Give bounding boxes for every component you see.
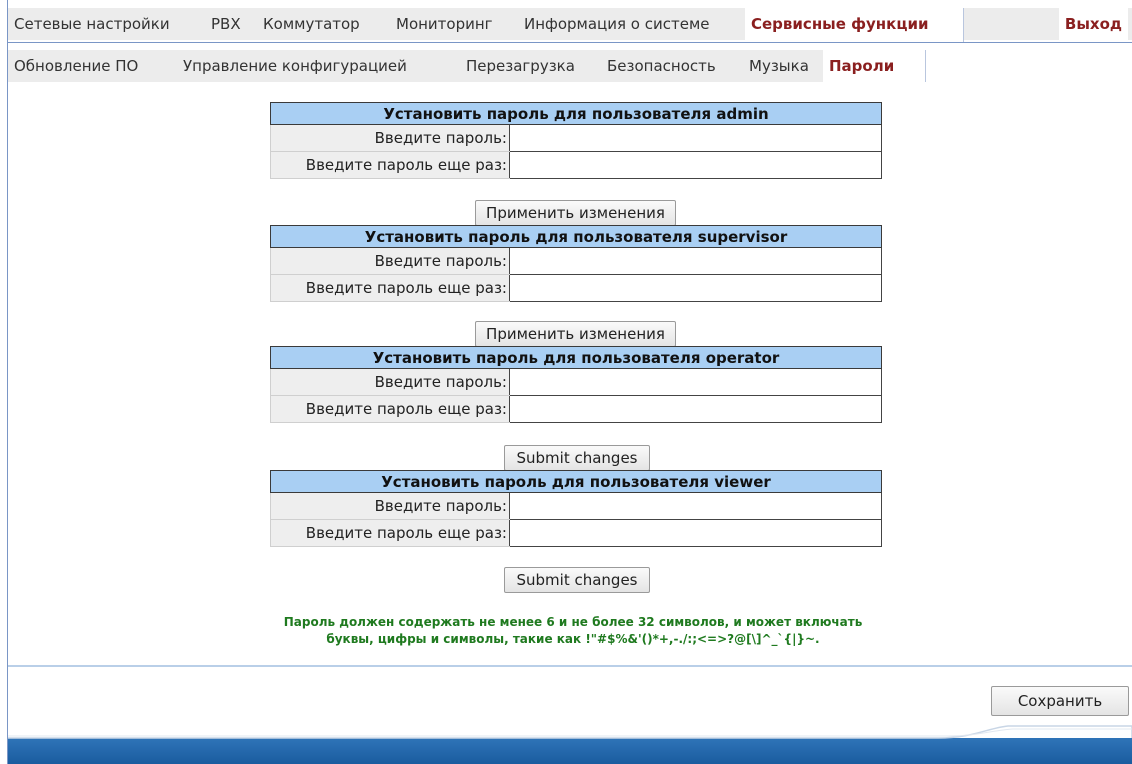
password-form-supervisor: Установить пароль для пользователя super… bbox=[270, 225, 882, 302]
save-button[interactable]: Сохранить bbox=[991, 686, 1129, 716]
note-line-2: буквы, цифры и символы, такие как !"#$%&… bbox=[326, 632, 820, 646]
admin-password-confirm-input[interactable] bbox=[510, 152, 881, 178]
password-label: Введите пароль: bbox=[270, 247, 510, 275]
operator-submit-button[interactable]: Submit changes bbox=[504, 445, 650, 471]
subtab-music[interactable]: Музыка bbox=[743, 50, 824, 82]
note-line-1: Пароль должен содержать не менее 6 и не … bbox=[283, 615, 863, 629]
subtab-passwords[interactable]: Пароли bbox=[823, 50, 926, 82]
divider bbox=[8, 665, 1132, 667]
top-nav: Сетевые настройки PBX Коммутатор Монитор… bbox=[8, 8, 1132, 43]
footer-bar bbox=[8, 725, 1132, 764]
password-requirements-note: Пароль должен содержать не менее 6 и не … bbox=[180, 614, 966, 648]
tab-system-info[interactable]: Информация о системе bbox=[518, 8, 746, 40]
supervisor-apply-button[interactable]: Применить изменения bbox=[475, 321, 676, 347]
password-label: Введите пароль: bbox=[270, 492, 510, 520]
subtab-reboot[interactable]: Перезагрузка bbox=[460, 50, 602, 82]
viewer-password-confirm-input[interactable] bbox=[510, 520, 881, 546]
password-form-operator: Установить пароль для пользователя opera… bbox=[270, 346, 882, 423]
form-title: Установить пароль для пользователя opera… bbox=[270, 346, 882, 369]
subtab-security[interactable]: Безопасность bbox=[601, 50, 744, 82]
tab-monitoring[interactable]: Мониторинг bbox=[390, 8, 519, 40]
supervisor-password-confirm-input[interactable] bbox=[510, 275, 881, 301]
supervisor-password-input[interactable] bbox=[510, 248, 881, 274]
viewer-submit-button[interactable]: Submit changes bbox=[504, 567, 650, 593]
admin-password-input[interactable] bbox=[510, 125, 881, 151]
tab-network-settings[interactable]: Сетевые настройки bbox=[8, 8, 206, 40]
password-confirm-label: Введите пароль еще раз: bbox=[270, 274, 510, 302]
operator-password-confirm-input[interactable] bbox=[510, 396, 881, 422]
footer-wave-decoration bbox=[8, 725, 1132, 739]
password-form-admin: Установить пароль для пользователя admin… bbox=[270, 102, 882, 179]
form-title: Установить пароль для пользователя admin bbox=[270, 102, 882, 125]
password-confirm-label: Введите пароль еще раз: bbox=[270, 151, 510, 179]
form-title: Установить пароль для пользователя viewe… bbox=[270, 470, 882, 493]
tab-service-functions[interactable]: Сервисные функции bbox=[745, 8, 964, 42]
password-form-viewer: Установить пароль для пользователя viewe… bbox=[270, 470, 882, 547]
password-label: Введите пароль: bbox=[270, 368, 510, 396]
password-confirm-label: Введите пароль еще раз: bbox=[270, 395, 510, 423]
viewer-password-input[interactable] bbox=[510, 493, 881, 519]
tab-pbx[interactable]: PBX bbox=[205, 8, 258, 40]
form-title: Установить пароль для пользователя super… bbox=[270, 225, 882, 248]
subtab-firmware-update[interactable]: Обновление ПО bbox=[8, 50, 178, 82]
password-label: Введите пароль: bbox=[270, 124, 510, 152]
subtab-config-management[interactable]: Управление конфигурацией bbox=[177, 50, 461, 82]
admin-apply-button[interactable]: Применить изменения bbox=[475, 200, 676, 226]
tab-switch[interactable]: Коммутатор bbox=[257, 8, 391, 40]
password-confirm-label: Введите пароль еще раз: bbox=[270, 519, 510, 547]
operator-password-input[interactable] bbox=[510, 369, 881, 395]
exit-link[interactable]: Выход bbox=[1058, 8, 1128, 40]
